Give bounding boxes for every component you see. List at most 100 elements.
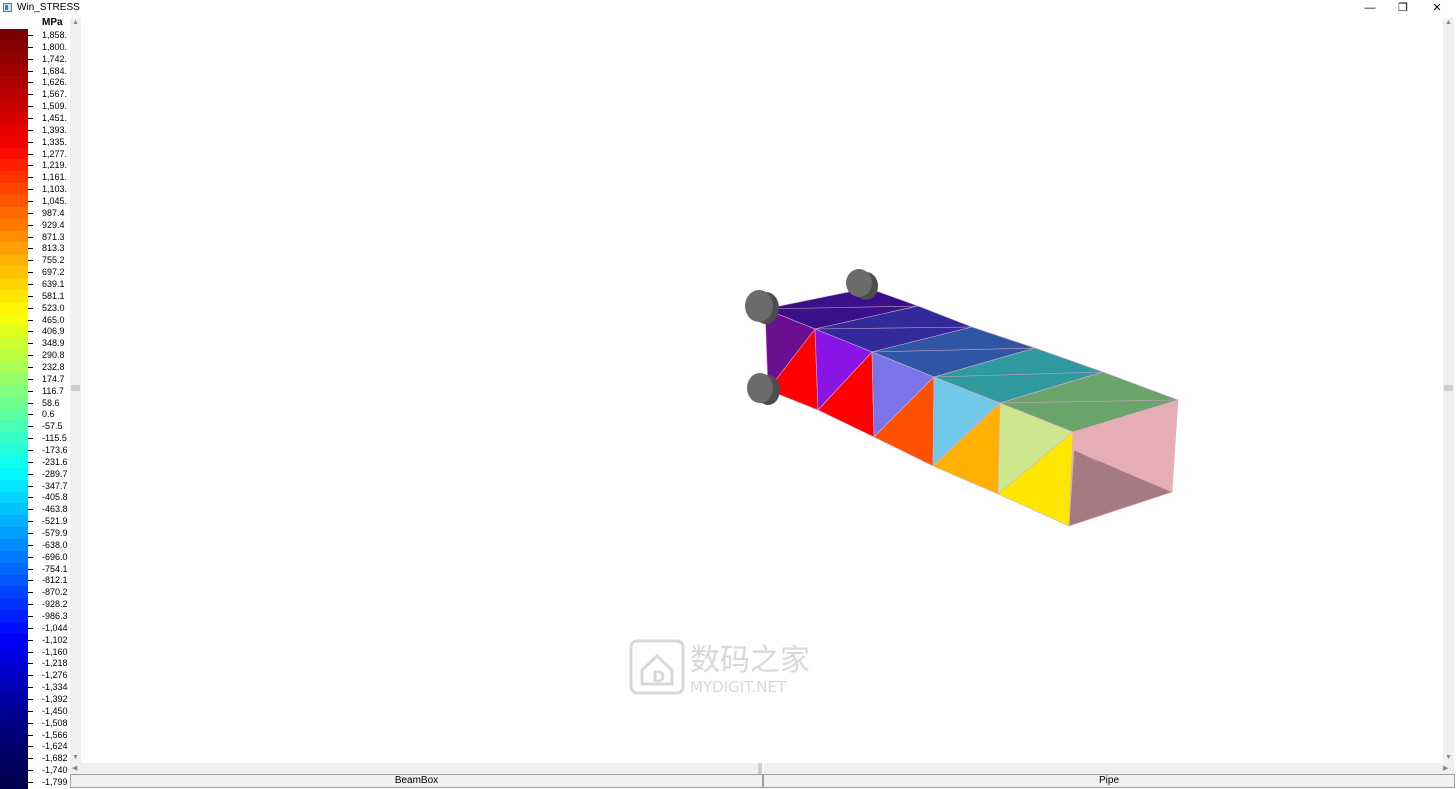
legend-swatch <box>0 159 28 172</box>
legend-unit: MPa <box>42 17 63 28</box>
restore-button[interactable]: ❐ <box>1388 0 1418 16</box>
legend-tick <box>28 734 33 736</box>
scroll-right-icon[interactable]: ▶ <box>1443 763 1448 774</box>
legend-label: -1,624 <box>42 741 68 752</box>
legend-tick <box>28 248 33 250</box>
legend-swatch <box>0 361 28 374</box>
legend-swatch <box>0 681 28 694</box>
legend-label: 813.3 <box>42 243 65 254</box>
legend-tick <box>28 509 33 511</box>
legend-tick <box>28 722 33 724</box>
watermark-logo: D 数码之家 MYDIGIT.NET <box>628 636 828 698</box>
legend-tick <box>28 675 33 677</box>
svg-text:D: D <box>652 667 665 686</box>
legend-tick <box>28 580 33 582</box>
close-icon: ✕ <box>1432 2 1442 14</box>
legend-tick <box>28 272 33 274</box>
legend-tick <box>28 200 33 202</box>
scroll-down-icon[interactable]: ▼ <box>70 753 81 763</box>
legend-label: -1,276 <box>42 670 68 681</box>
legend-swatch <box>0 491 28 504</box>
legend-ticks <box>28 29 34 788</box>
legend-label: -173.6 <box>42 445 68 455</box>
legend-swatch <box>0 254 28 267</box>
legend-swatch <box>0 266 28 279</box>
legend-label: -579.9 <box>42 528 68 539</box>
left-vertical-scrollbar[interactable]: ▲ ▼ <box>70 18 81 764</box>
tab-pipe[interactable]: Pipe <box>763 774 1455 788</box>
scroll-thumb[interactable] <box>1444 385 1453 391</box>
legend-tick <box>28 46 33 48</box>
close-button[interactable]: ✕ <box>1422 0 1452 16</box>
legend-label: -812.1 <box>42 575 68 586</box>
legend-label: -1,508 <box>42 717 68 728</box>
scroll-up-icon[interactable]: ▲ <box>70 18 81 28</box>
legend-tick <box>28 473 33 475</box>
legend-tick <box>28 663 33 665</box>
right-horizontal-scrollbar[interactable]: ▶ <box>764 763 1454 774</box>
legend-label: -1,102 <box>42 634 68 645</box>
scroll-left-icon[interactable]: ◀ <box>72 763 77 774</box>
tab-beambox[interactable]: BeamBox <box>70 774 763 788</box>
legend-swatch <box>0 621 28 635</box>
legend-label: -1,566 <box>42 729 68 740</box>
legend-tick <box>28 461 33 463</box>
legend-label: -57.5 <box>42 421 63 432</box>
legend-tick <box>28 117 33 119</box>
right-vertical-scrollbar[interactable]: ▲ ▼ <box>1443 18 1454 764</box>
legend-tick <box>28 34 33 36</box>
legend-tick <box>28 260 33 262</box>
legend-label: -521.9 <box>42 516 68 527</box>
legend-label: -1,334 <box>42 682 68 693</box>
legend-label: 871.3 <box>42 231 65 242</box>
legend-swatch <box>0 527 28 540</box>
legend-tick <box>28 687 33 689</box>
legend-label: -1,044 <box>42 622 68 633</box>
legend-swatch <box>0 550 28 564</box>
legend-label: 697.2 <box>42 267 65 278</box>
legend-swatch <box>0 289 28 303</box>
legend-label: 1,451. <box>42 112 68 123</box>
legend-label: 1,045. <box>42 195 68 206</box>
legend-tick <box>28 236 33 238</box>
legend-swatch <box>0 218 28 232</box>
legend-tick <box>28 366 33 368</box>
legend-swatch <box>0 325 28 338</box>
legend-tick <box>28 165 33 167</box>
legend-swatch <box>0 112 28 125</box>
legend-swatch <box>0 420 28 433</box>
legend-label: 1,742. <box>42 53 68 64</box>
legend-tick <box>28 782 33 784</box>
scroll-thumb[interactable] <box>71 385 80 391</box>
legend-swatch <box>0 183 28 196</box>
legend-swatch <box>0 52 28 66</box>
legend-tick <box>28 746 33 748</box>
legend-swatch <box>0 147 28 161</box>
restore-icon: ❐ <box>1398 2 1408 14</box>
minimize-button[interactable]: — <box>1355 0 1385 16</box>
legend-swatch <box>0 337 28 350</box>
legend-swatch <box>0 598 28 611</box>
legend-swatch <box>0 538 28 552</box>
scroll-up-icon[interactable]: ▲ <box>1443 18 1454 28</box>
legend-swatch <box>0 29 28 42</box>
legend-label: -405.8 <box>42 492 68 503</box>
legend-label: -928.2 <box>42 599 68 610</box>
legend-swatch <box>0 633 28 647</box>
legend-tick <box>28 106 33 108</box>
legend-label: -1,450 <box>42 705 68 716</box>
legend-tick <box>28 568 33 570</box>
legend-tick <box>28 699 33 701</box>
legend-label: 0.6 <box>42 409 55 420</box>
scroll-down-icon[interactable]: ▼ <box>1443 753 1454 763</box>
legend-label: 581.1 <box>42 290 65 301</box>
legend-tick <box>28 153 33 155</box>
legend-tick <box>28 758 33 760</box>
window-title: Win_STRESS <box>17 2 80 13</box>
legend-label: 174.7 <box>42 373 65 384</box>
scroll-thumb[interactable] <box>758 763 762 774</box>
legend-tick <box>28 651 33 653</box>
legend-label: 406.9 <box>42 326 65 337</box>
left-horizontal-scrollbar[interactable]: ◀ <box>70 763 762 774</box>
legend-swatch <box>0 206 28 220</box>
